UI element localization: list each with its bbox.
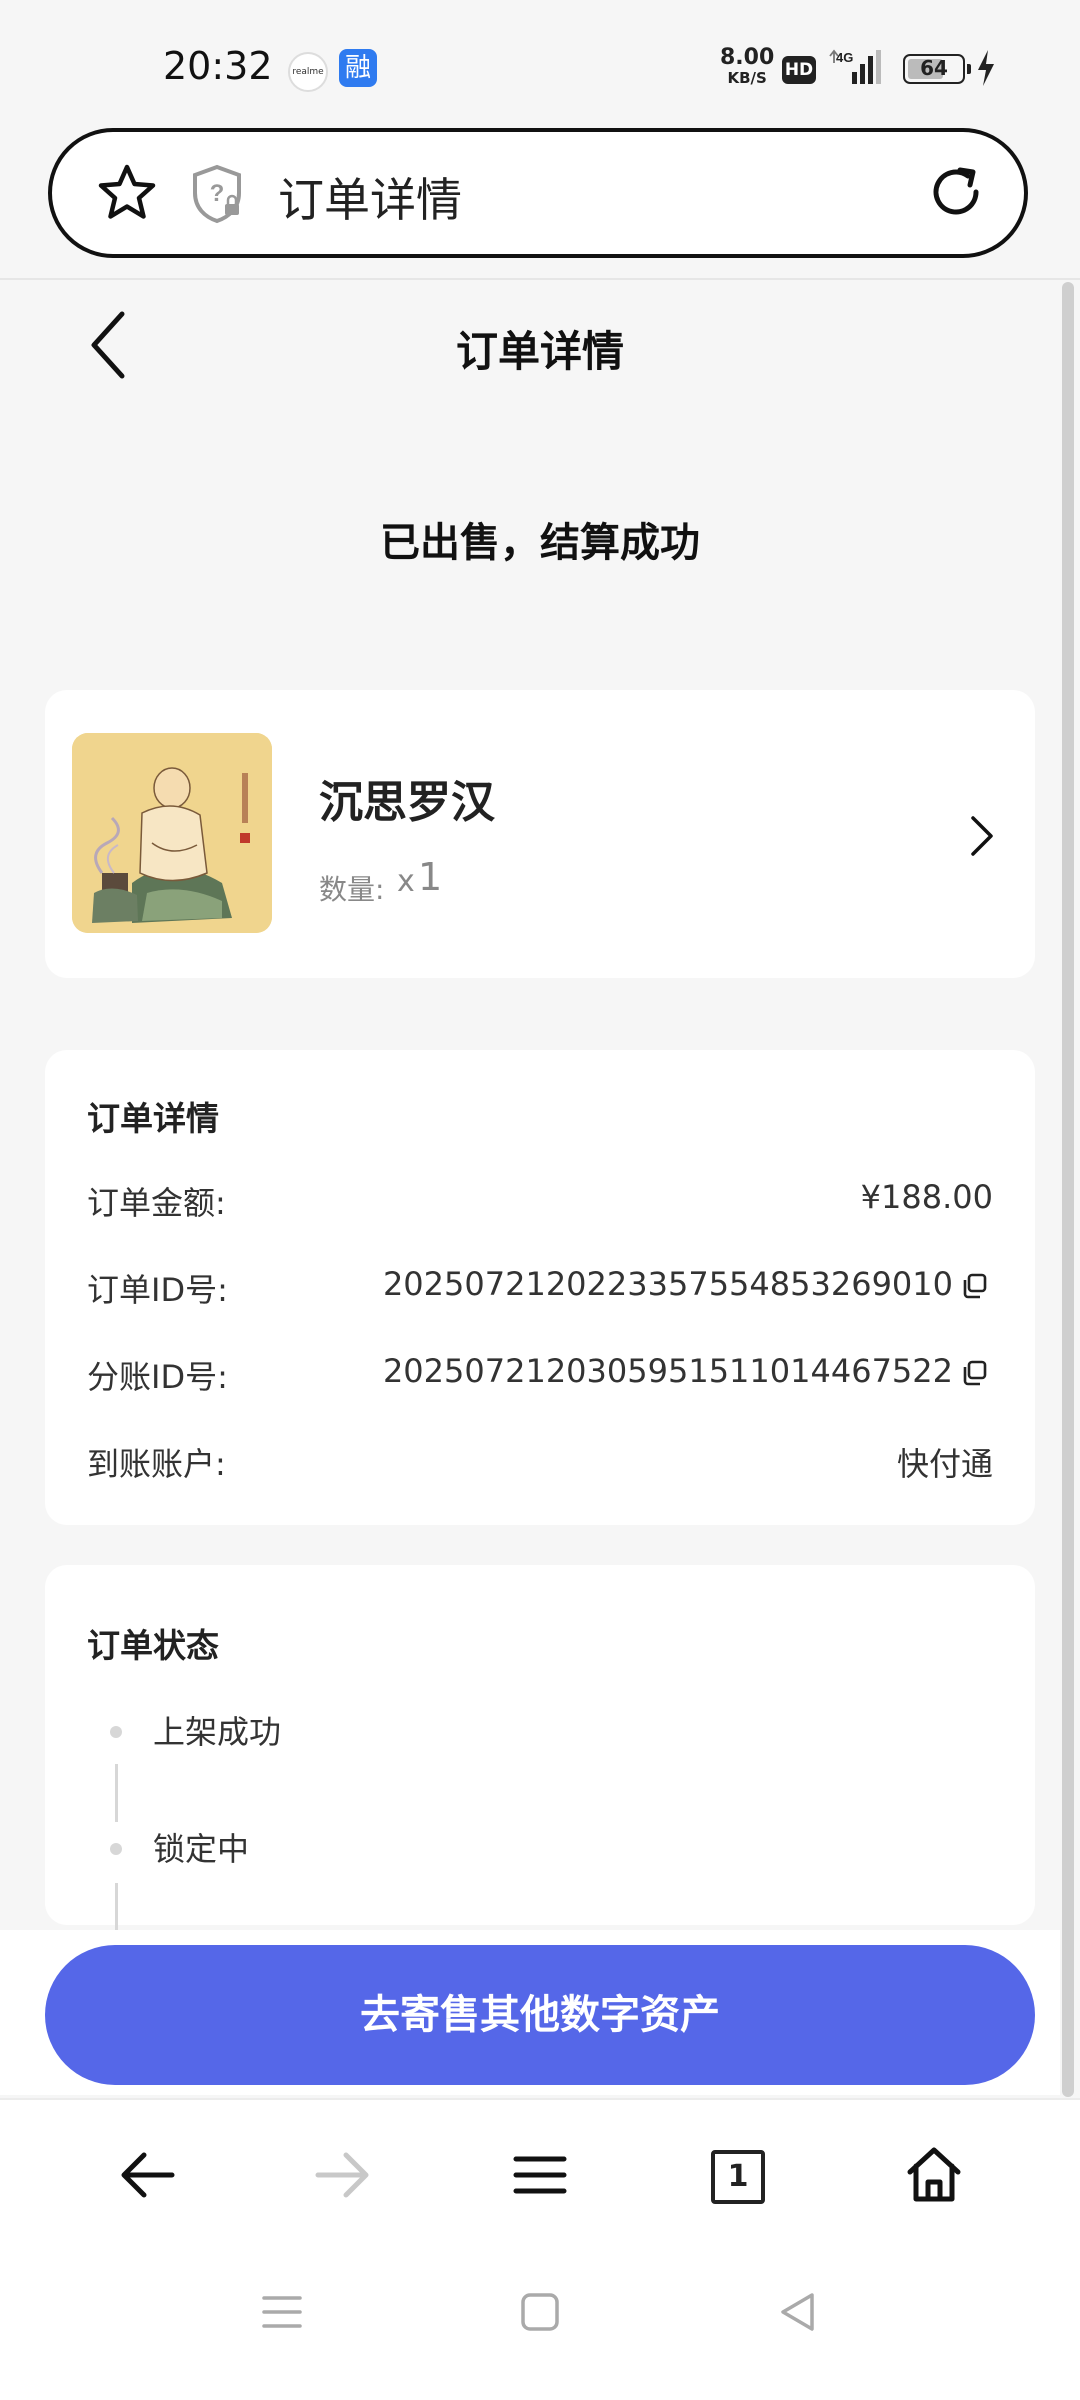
product-name: 沉思罗汉 (319, 777, 495, 828)
status-bar: 20:32 realme 融 8.00 KB/S HD 4G 64 (0, 0, 1080, 128)
realme-app-icon: realme (288, 52, 328, 92)
order-amount-label: 订单金额: (87, 1184, 226, 1222)
address-bar-title: 订单详情 (278, 173, 462, 227)
order-details-title: 订单详情 (87, 1099, 219, 1138)
timeline-line (115, 1764, 118, 1822)
system-recents-icon[interactable] (262, 2292, 302, 2332)
order-state-title: 订单状态 (87, 1626, 219, 1665)
quantity-prefix: x (397, 864, 415, 899)
refresh-icon[interactable] (926, 162, 986, 222)
network-speed-value: 8.00 (720, 45, 775, 70)
browser-toolbar: 1 (0, 2098, 1080, 2250)
battery-icon: 64 (903, 54, 971, 84)
browser-tabs-button[interactable]: 1 (711, 2150, 765, 2204)
split-id-value: 2025072120305951511014467522 (382, 1352, 953, 1390)
order-amount-value: ¥188.00 (860, 1178, 993, 1216)
product-image (72, 733, 272, 933)
address-bar[interactable]: ? 订单详情 (48, 128, 1028, 258)
browser-home-icon[interactable] (904, 2144, 964, 2204)
split-id-label: 分账ID号: (87, 1358, 228, 1396)
quantity-value: 1 (418, 855, 443, 899)
chevron-right-icon[interactable] (967, 814, 997, 858)
browser-menu-icon[interactable] (512, 2150, 568, 2200)
account-label: 到账账户: (87, 1445, 226, 1483)
account-value: 快付通 (896, 1445, 993, 1483)
arhat-illustration (72, 733, 272, 933)
svg-text:?: ? (210, 180, 225, 207)
browser-forward-icon[interactable] (314, 2150, 372, 2200)
consign-other-assets-button[interactable]: 去寄售其他数字资产 (45, 1945, 1035, 2085)
copy-order-id-icon[interactable] (961, 1273, 987, 1299)
order-id-row: 2025072120223357554853269010 (383, 1265, 987, 1303)
order-id-label: 订单ID号: (87, 1271, 228, 1309)
signal-icon: 4G (829, 49, 881, 84)
order-status-headline: 已出售，结算成功 (380, 520, 700, 566)
system-back-icon[interactable] (778, 2292, 818, 2332)
header-divider (0, 278, 1080, 280)
rong-app-icon: 融 (339, 49, 377, 87)
copy-split-id-icon[interactable] (961, 1360, 987, 1386)
system-home-icon[interactable] (520, 2292, 560, 2332)
security-shield-icon[interactable]: ? (190, 164, 244, 224)
system-nav-bar (0, 2250, 1080, 2400)
order-id-value: 2025072120223357554853269010 (382, 1265, 953, 1303)
timeline-dot (110, 1843, 122, 1855)
network-type: 4G (836, 50, 853, 65)
charging-icon (978, 50, 994, 86)
status-time: 20:32 (163, 44, 273, 88)
timeline-step-locking: 锁定中 (153, 1830, 250, 1868)
timeline-step-listed: 上架成功 (153, 1713, 282, 1751)
browser-back-icon[interactable] (118, 2150, 176, 2200)
hd-badge: HD (782, 56, 816, 84)
order-details-card: 订单详情 订单金额: ¥188.00 订单ID号: 20250721202233… (45, 1050, 1035, 1525)
network-speed-unit: KB/S (727, 69, 767, 87)
bookmark-star-icon[interactable] (96, 162, 158, 224)
battery-level: 64 (920, 56, 948, 80)
quantity-label: 数量: (319, 873, 385, 906)
split-id-row: 2025072120305951511014467522 (383, 1352, 987, 1390)
page-title: 订单详情 (455, 327, 624, 376)
product-card[interactable]: 沉思罗汉 数量: x 1 (45, 690, 1035, 978)
network-speed: 8.00 KB/S (720, 45, 775, 88)
timeline-dot (110, 1726, 122, 1738)
order-state-card: 订单状态 上架成功 锁定中 (45, 1565, 1035, 1941)
